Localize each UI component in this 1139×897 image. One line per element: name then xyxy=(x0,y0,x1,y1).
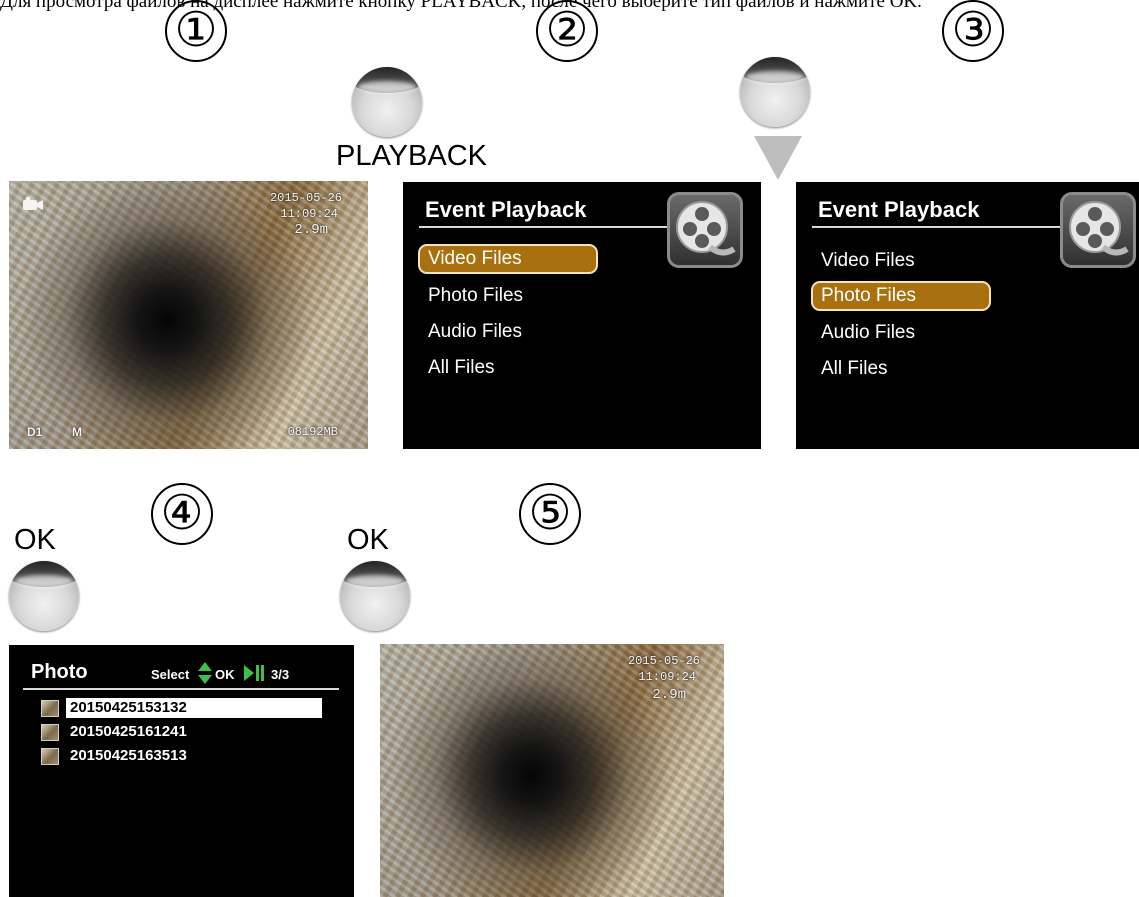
photo-time: 11:09:24 xyxy=(638,670,696,684)
up-down-arrows-icon xyxy=(198,662,212,684)
menu-item-photo-files[interactable]: Photo Files xyxy=(420,281,531,311)
ok-button-1-label: OK xyxy=(14,524,56,556)
playback-button-label: PLAYBACK xyxy=(336,140,487,172)
file-name: 20150425161241 xyxy=(70,723,187,740)
live-time: 11:09:24 xyxy=(280,207,338,221)
video-mode: D1 xyxy=(27,425,43,439)
photo-date: 2015-05-26 xyxy=(627,654,700,668)
file-row[interactable]: 20150425161241 xyxy=(41,722,187,742)
event-playback-screen-1: Event Playback Video Files Photo Files A… xyxy=(403,182,761,449)
title-divider xyxy=(812,226,1060,228)
playback-button[interactable] xyxy=(352,67,422,137)
photo-distance: 2.9m xyxy=(652,687,686,703)
menu-title: Event Playback xyxy=(818,197,980,222)
menu-item-all-files[interactable]: All Files xyxy=(420,353,503,383)
down-button[interactable] xyxy=(740,57,810,127)
photo-thumbnail-icon xyxy=(41,747,59,765)
photo-full-view: 2015-05-26 11:09:24 2.9m xyxy=(380,644,724,897)
live-date: 2015-05-26 xyxy=(269,191,342,205)
step-5-number: ⑤ xyxy=(519,483,581,545)
camera-icon xyxy=(23,196,43,210)
down-arrow-icon xyxy=(754,136,802,180)
photo-thumbnail-icon xyxy=(41,723,59,741)
file-row[interactable]: 20150425163513 xyxy=(41,746,187,766)
ok-button-2-label: OK xyxy=(347,524,389,556)
memory-icon: M xyxy=(72,425,82,439)
play-pause-icon xyxy=(244,665,264,681)
menu-item-video-files[interactable]: Video Files xyxy=(418,244,598,274)
step-4-number: ④ xyxy=(151,483,213,545)
page-counter: 3/3 xyxy=(271,667,290,682)
live-camera-view: 2015-05-26 11:09:24 2.9m D1 M 08192MB xyxy=(9,181,368,449)
title-divider xyxy=(23,688,339,690)
file-name: 20150425153132 xyxy=(66,698,322,718)
storage-remaining: 08192MB xyxy=(287,425,338,439)
event-playback-screen-2: Event Playback Video Files Photo Files A… xyxy=(796,182,1139,449)
ok-hint: OK xyxy=(215,667,235,682)
list-title: Photo xyxy=(31,661,88,683)
file-name: 20150425163513 xyxy=(70,747,187,764)
menu-item-video-files[interactable]: Video Files xyxy=(813,246,923,276)
step-1-number: ① xyxy=(165,0,227,62)
ok-button-1[interactable] xyxy=(9,561,79,631)
menu-item-audio-files[interactable]: Audio Files xyxy=(420,317,530,347)
film-reel-icon xyxy=(1060,192,1136,268)
photo-thumbnail-icon xyxy=(41,699,59,717)
select-hint: Select xyxy=(151,667,190,682)
step-3-number: ③ xyxy=(942,0,1004,62)
menu-item-all-files[interactable]: All Files xyxy=(813,354,896,384)
photo-list-screen: Photo Select OK 3/3 20150425153132 20150… xyxy=(9,645,354,897)
menu-title: Event Playback xyxy=(425,197,587,222)
file-row[interactable]: 20150425153132 xyxy=(41,698,322,718)
title-divider xyxy=(419,226,667,228)
menu-item-photo-files[interactable]: Photo Files xyxy=(811,281,991,311)
menu-item-audio-files[interactable]: Audio Files xyxy=(813,318,923,348)
film-reel-icon xyxy=(667,192,743,268)
step-2-number: ② xyxy=(536,0,598,62)
ok-button-2[interactable] xyxy=(340,561,410,631)
live-distance: 2.9m xyxy=(294,222,328,238)
